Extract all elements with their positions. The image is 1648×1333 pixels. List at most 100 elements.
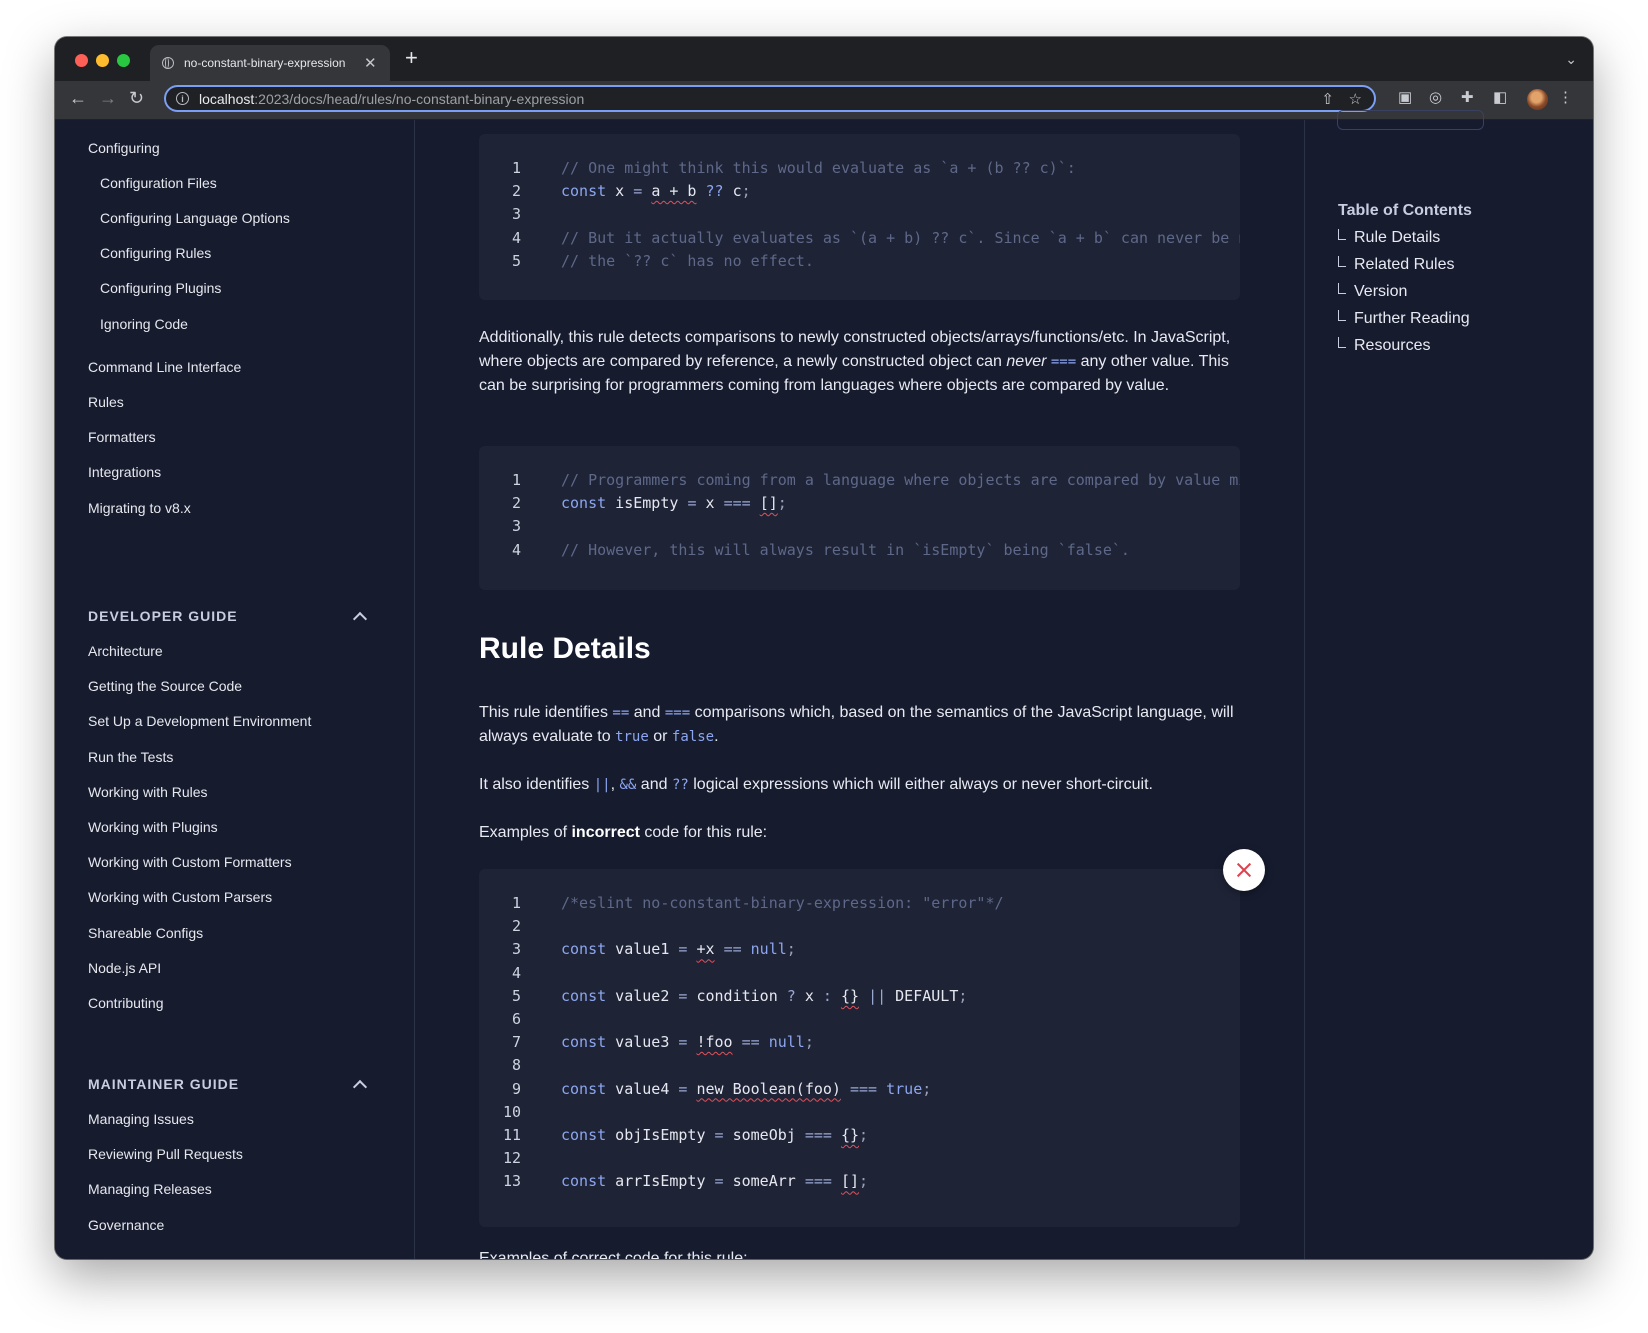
main-content: 1 // One might think this would evaluate …: [415, 120, 1303, 1259]
code-line: 8: [479, 1053, 1240, 1077]
toc-link[interactable]: Rule Details: [1338, 229, 1440, 247]
sidebar-item[interactable]: Working with Custom Formatters: [88, 854, 292, 870]
paragraph: Examples of incorrect code for this rule…: [479, 824, 768, 841]
sidebar-item[interactable]: Shareable Configs: [88, 925, 203, 941]
toc-link[interactable]: Further Reading: [1338, 310, 1470, 328]
sidebar-item[interactable]: Command Line Interface: [88, 359, 241, 375]
sidebar-item[interactable]: Migrating to v8.x: [88, 500, 191, 516]
sidebar-item[interactable]: Set Up a Development Environment: [88, 713, 311, 729]
line-number: 2: [511, 917, 521, 936]
code-text: const x = a + b ?? c;: [561, 179, 751, 203]
toc-link-label[interactable]: Rule Details: [1354, 229, 1440, 246]
paragraph-partial: Examples of correct code for this rule:: [479, 1250, 748, 1259]
sidebar-item[interactable]: Run the Tests: [88, 749, 173, 765]
code-token: const: [561, 986, 607, 1005]
sidebar-item[interactable]: Node.js API: [88, 960, 161, 976]
sidebar-item[interactable]: Governance: [88, 1217, 164, 1233]
code-text: const isEmpty = x === [];: [561, 491, 787, 515]
maximize-window-button[interactable]: [117, 54, 130, 67]
code-token: ==: [741, 1033, 760, 1052]
back-arrow-icon[interactable]: ←: [69, 89, 87, 107]
code-token: :: [822, 986, 832, 1005]
sidebar-item[interactable]: Getting the Source Code: [88, 678, 242, 694]
sidebar-item[interactable]: Working with Plugins: [88, 819, 218, 835]
share-icon[interactable]: ⇧: [1321, 90, 1334, 108]
sidebar-item[interactable]: Configuring Rules: [100, 245, 211, 261]
tab-search-chevron-icon[interactable]: ⌄: [1565, 51, 1577, 68]
tab-title: no-constant-binary-expression: [184, 56, 346, 70]
toc-link-label[interactable]: Version: [1354, 283, 1407, 300]
code-token: null: [768, 1033, 805, 1052]
line-number: 12: [502, 1149, 521, 1168]
sidebar-item[interactable]: Formatters: [88, 429, 156, 445]
toc-link-label[interactable]: Related Rules: [1354, 256, 1455, 273]
code-token: objIsEmpty: [606, 1126, 715, 1144]
url-text[interactable]: localhost:2023/docs/head/rules/no-consta…: [199, 91, 584, 107]
code-line: 5 const value2 = condition ? x : {} || DE…: [479, 984, 1240, 1008]
sidebar-item[interactable]: Configuring: [88, 140, 160, 156]
reload-icon[interactable]: ↻: [129, 89, 144, 107]
code-token: null: [750, 940, 787, 959]
sidebar-item[interactable]: Managing Releases: [88, 1181, 212, 1197]
code-token: // Programmers coming from a language wh…: [561, 471, 1240, 489]
toc-link-label[interactable]: Resources: [1354, 337, 1430, 354]
code-token: =: [633, 182, 643, 201]
tab-close-icon[interactable]: ✕: [364, 56, 377, 71]
new-tab-button[interactable]: +: [405, 47, 418, 69]
developer-guide-heading[interactable]: DEVELOPER GUIDE: [88, 608, 238, 624]
code-text: // One might think this would evaluate a…: [561, 156, 1076, 180]
code-line: 4 // But it actually evaluates as `(a + b…: [479, 226, 1240, 250]
sidebar-item[interactable]: Working with Custom Parsers: [88, 889, 272, 905]
paragraph: This rule identifies == and === comparis…: [479, 704, 1234, 745]
code-line: 7 const value3 = !foo == null;: [479, 1030, 1240, 1054]
sidebar-item[interactable]: Rules: [88, 394, 124, 410]
toc-link[interactable]: Resources: [1338, 337, 1430, 355]
sidebar-item[interactable]: Architecture: [88, 643, 163, 659]
collapse-chevron-icon[interactable]: [352, 1079, 368, 1095]
search-box-edge[interactable]: [1337, 110, 1484, 130]
side-panel-icon[interactable]: ◧: [1493, 90, 1507, 105]
maintainer-guide-heading[interactable]: MAINTAINER GUIDE: [88, 1076, 239, 1092]
code-text: // Programmers coming from a language wh…: [561, 468, 1240, 492]
sidebar-item[interactable]: Reviewing Pull Requests: [88, 1146, 243, 1162]
sidebar-item[interactable]: Managing Issues: [88, 1111, 194, 1127]
toc-link[interactable]: Version: [1338, 283, 1407, 301]
code-line: 4: [479, 961, 1240, 985]
incorrect-example-close-icon[interactable]: [1223, 849, 1265, 891]
code-token: // However, this will always result in `…: [561, 540, 1130, 559]
toc-link-label[interactable]: Further Reading: [1354, 310, 1470, 327]
profile-avatar[interactable]: [1527, 89, 1548, 110]
extensions-puzzle-icon[interactable]: ✚: [1461, 90, 1474, 105]
code-token: ===: [850, 1079, 878, 1098]
tab-screenshot-icon[interactable]: ▣: [1398, 90, 1412, 105]
code-token: true: [886, 1079, 923, 1098]
minimize-window-button[interactable]: [96, 54, 109, 67]
code-text: // However, this will always result in `…: [561, 538, 1130, 562]
sidebar-item[interactable]: Contributing: [88, 995, 164, 1011]
code-line: 12: [479, 1146, 1240, 1170]
code-token: ===: [804, 1126, 832, 1144]
site-info-icon[interactable]: i: [176, 92, 189, 105]
bookmark-star-icon[interactable]: ☆: [1349, 90, 1362, 108]
sidebar-item[interactable]: Configuring Plugins: [100, 280, 221, 296]
sidebar-item[interactable]: Configuring Language Options: [100, 210, 290, 226]
sidebar-item[interactable]: Integrations: [88, 464, 161, 480]
close-window-button[interactable]: [75, 54, 88, 67]
tree-branch-icon: [1338, 283, 1346, 294]
extension-globe-icon[interactable]: ◎: [1429, 90, 1442, 105]
toc-link[interactable]: Related Rules: [1338, 256, 1455, 274]
address-bar[interactable]: i localhost:2023/docs/head/rules/no-cons…: [164, 85, 1376, 112]
line-number: 7: [511, 1033, 521, 1052]
tree-branch-icon: [1338, 310, 1346, 321]
browser-tab[interactable]: no-constant-binary-expression ✕: [150, 45, 390, 81]
more-menu-icon[interactable]: ⋮: [1558, 90, 1573, 105]
sidebar-item[interactable]: Ignoring Code: [100, 316, 188, 332]
sidebar-item[interactable]: Configuration Files: [100, 175, 217, 191]
sidebar-item[interactable]: Working with Rules: [88, 784, 208, 800]
forward-arrow-icon[interactable]: →: [99, 89, 117, 107]
collapse-chevron-icon[interactable]: [352, 611, 368, 627]
